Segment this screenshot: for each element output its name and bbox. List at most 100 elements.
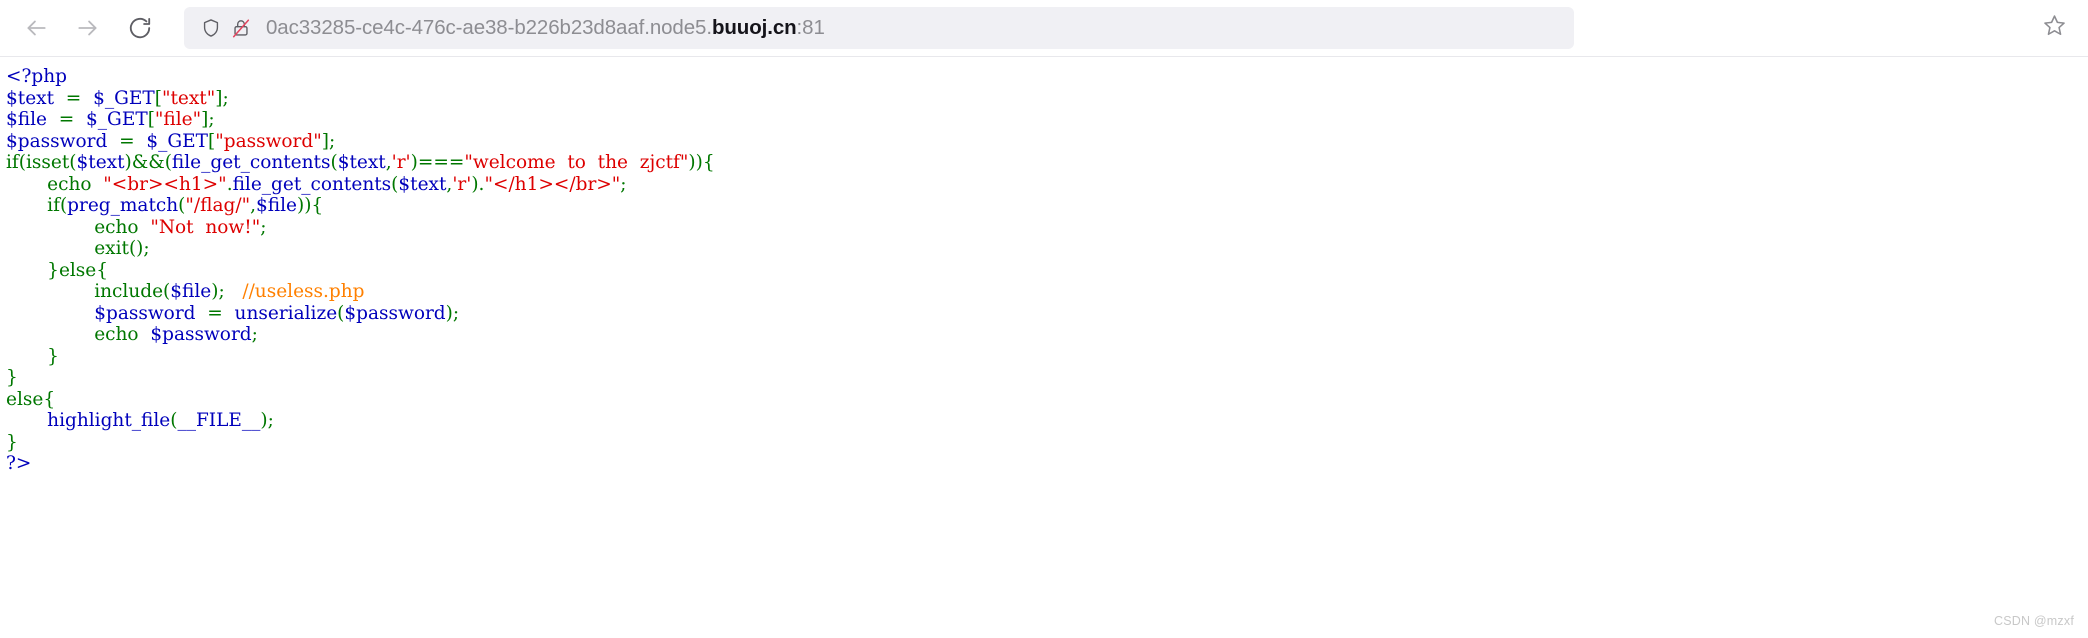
code-token: "file"	[154, 109, 202, 130]
browser-toolbar: 0ac33285-ce4c-476c-ae38-b226b23d8aaf.nod…	[0, 0, 2088, 57]
forward-button[interactable]	[66, 6, 110, 50]
lock-crossed-out-icon[interactable]	[226, 13, 256, 43]
code-token: $text	[337, 152, 386, 173]
php-source-code: <?php $text = $_GET["text"]; $file = $_G…	[0, 57, 2088, 475]
code-token: "<br><h1>"	[103, 173, 227, 195]
code-line: $file = $_GET["file"];	[6, 109, 215, 130]
code-token: file_get_contents	[171, 152, 331, 173]
code-token: =	[207, 302, 223, 324]
code-token: $password	[6, 302, 196, 324]
url-host: buuoj.cn	[711, 16, 797, 39]
code-token: }	[6, 345, 59, 367]
bookmark-star-button[interactable]	[2036, 10, 2072, 46]
watermark: CSDN @mzxf	[1994, 614, 2074, 628]
code-token: [	[154, 87, 162, 109]
code-token: else	[6, 388, 44, 410]
code-token: ;	[143, 238, 150, 259]
reload-button[interactable]	[118, 6, 162, 50]
code-token: )	[445, 302, 453, 324]
code-token: echo	[6, 324, 151, 345]
code-line: ?>	[6, 453, 31, 474]
navigation-buttons	[14, 6, 162, 50]
code-token: {	[43, 388, 56, 410]
code-token: ;	[452, 302, 460, 324]
code-line: include($file); //useless.php	[6, 281, 365, 302]
code-token: =	[119, 130, 135, 152]
code-token: {	[96, 259, 109, 281]
star-icon	[2042, 13, 2067, 43]
back-button[interactable]	[14, 6, 58, 50]
code-token: ;	[208, 109, 215, 130]
code-line: <?php	[6, 66, 67, 87]
code-token: $file	[6, 109, 47, 130]
code-line: $password = $_GET["password"];	[6, 131, 335, 152]
code-token: =	[65, 87, 82, 109]
code-line: $text = $_GET["text"];	[6, 88, 229, 109]
address-bar[interactable]: 0ac33285-ce4c-476c-ae38-b226b23d8aaf.nod…	[184, 7, 1574, 49]
code-line: highlight_file(__FILE__);	[6, 410, 274, 431]
code-token: =	[58, 109, 75, 130]
code-token: (	[18, 152, 26, 173]
code-token: $password	[344, 302, 446, 324]
code-token: "Not now!"	[150, 216, 261, 238]
arrow-left-icon	[23, 15, 49, 41]
code-token: echo	[6, 216, 151, 238]
code-token: $_GET	[146, 130, 208, 152]
url-prefix: 0ac33285-ce4c-476c-ae38-b226b23d8aaf.nod…	[266, 16, 712, 39]
address-bar-container: 0ac33285-ce4c-476c-ae38-b226b23d8aaf.nod…	[184, 7, 2028, 49]
code-token: include	[6, 281, 164, 302]
code-token: $file	[170, 281, 212, 302]
code-token: ]	[321, 130, 329, 152]
url-text[interactable]: 0ac33285-ce4c-476c-ae38-b226b23d8aaf.nod…	[266, 16, 825, 40]
code-token: )	[471, 173, 479, 195]
code-token: ;	[620, 173, 627, 195]
shield-icon[interactable]	[196, 13, 226, 43]
code-token: "welcome to the zjctf"	[464, 152, 689, 173]
code-token: if	[6, 152, 19, 173]
code-token: file_get_contents	[232, 173, 392, 195]
code-token: 'r'	[452, 173, 472, 195]
reload-icon	[127, 15, 153, 41]
code-token: )	[260, 410, 268, 431]
code-token: $text	[398, 173, 447, 195]
code-token: ;	[222, 87, 229, 109]
code-line: $password = unserialize($password);	[6, 303, 459, 324]
code-line: }else{	[6, 260, 108, 281]
code-token: ;	[267, 410, 274, 431]
code-token: isset	[25, 152, 70, 173]
url-suffix: :81	[796, 16, 825, 39]
code-token: //useless.php	[242, 281, 365, 302]
code-line: if(isset($text)&&(file_get_contents($tex…	[6, 152, 715, 173]
code-token: ===	[417, 152, 465, 173]
code-line: }	[6, 346, 59, 367]
code-token: preg_match	[67, 195, 179, 216]
code-token: }	[6, 367, 18, 388]
code-line: else{	[6, 389, 55, 410]
code-line: exit();	[6, 238, 150, 259]
code-token: )	[695, 152, 703, 173]
code-token: {	[311, 195, 324, 216]
code-line: if(preg_match("/flag/",$file)){	[6, 195, 323, 216]
code-token: ?>	[6, 453, 32, 474]
code-token: ;	[260, 216, 267, 238]
code-token: "</h1></br>"	[484, 173, 621, 195]
code-token: highlight_file	[6, 410, 171, 431]
code-token: )	[124, 152, 132, 173]
code-token: )	[688, 152, 696, 173]
code-line: echo "<br><h1>".file_get_contents($text,…	[6, 173, 627, 195]
code-token: <?php	[6, 66, 68, 87]
code-line: }	[6, 367, 18, 388]
arrow-right-icon	[75, 15, 101, 41]
code-token: $text	[6, 87, 55, 109]
code-token: else	[58, 259, 97, 281]
code-token: if	[6, 195, 60, 216]
code-token: )	[410, 152, 418, 173]
code-token: "/flag/"	[185, 195, 251, 216]
code-token: &&	[131, 152, 165, 173]
